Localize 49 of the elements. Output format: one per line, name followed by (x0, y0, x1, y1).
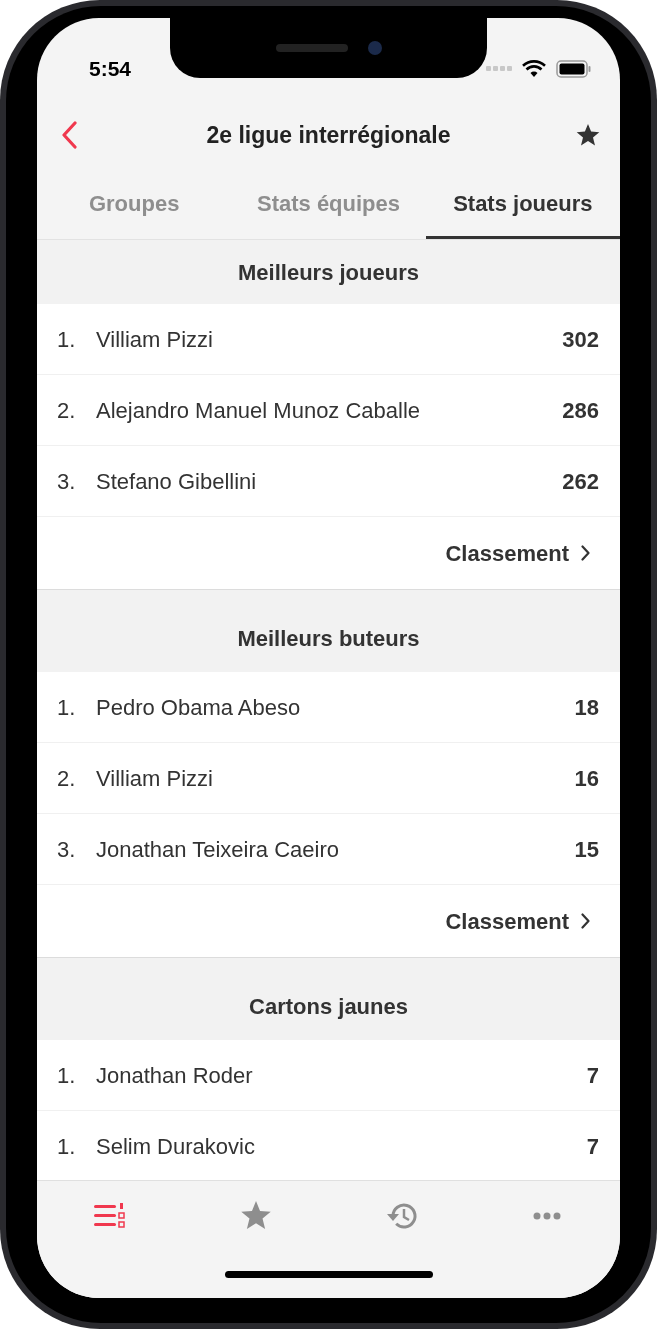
rank-number: 3. (57, 835, 77, 864)
player-stat: 302 (562, 325, 599, 354)
player-name: Villiam Pizzi (96, 764, 214, 793)
rank-number: 1. (57, 1132, 77, 1161)
player-stat: 15 (574, 835, 599, 864)
chevron-right-icon (581, 545, 590, 561)
player-row[interactable]: 3. Stefano Gibellini 262 (37, 446, 620, 517)
rank-number: 1. (57, 325, 77, 354)
section-title: Cartons jaunes (249, 992, 408, 1021)
more-icon[interactable] (533, 1212, 562, 1220)
rank-number: 1. (57, 693, 77, 722)
numbered-list-icon[interactable] (93, 1202, 126, 1230)
player-name: Selim Durakovic (96, 1132, 256, 1161)
battery-icon (556, 60, 592, 78)
ranking-link[interactable]: Classement (445, 904, 590, 938)
back-chevron-icon (61, 121, 77, 149)
player-row[interactable]: 1. Villiam Pizzi 302 (37, 304, 620, 375)
player-stat: 262 (562, 467, 599, 496)
chevron-right-icon (581, 913, 590, 929)
player-stat: 7 (586, 1132, 599, 1161)
star-icon[interactable] (239, 1201, 272, 1231)
ranking-link[interactable]: Classement (445, 536, 590, 570)
player-name: Alejandro Manuel Munoz Caballe (96, 396, 422, 425)
player-stat: 18 (574, 693, 599, 722)
player-stat: 7 (586, 1061, 599, 1090)
player-name: Jonathan Teixeira Caeiro (96, 835, 340, 864)
wifi-icon (522, 60, 546, 78)
status-time: 5:54 (89, 56, 132, 83)
rank-number: 3. (57, 467, 77, 496)
section-title: Meilleurs joueurs (238, 258, 419, 287)
player-row[interactable]: 1. Pedro Obama Abeso 18 (37, 672, 620, 743)
section-title: Meilleurs buteurs (237, 624, 420, 653)
player-name: Stefano Gibellini (96, 467, 258, 496)
player-row[interactable]: 1. Jonathan Roder 7 (37, 1040, 620, 1111)
player-name: Pedro Obama Abeso (96, 693, 302, 722)
player-row[interactable]: 3. Jonathan Teixeira Caeiro 15 (37, 814, 620, 885)
player-row[interactable]: 2. Alejandro Manuel Munoz Caballe 286 (37, 375, 620, 446)
player-name: Jonathan Roder (96, 1061, 254, 1090)
page-title: 2e ligue interrégionale (206, 120, 451, 150)
star-icon (576, 123, 600, 147)
rank-number: 2. (57, 396, 77, 425)
player-stat: 286 (562, 396, 599, 425)
player-row[interactable]: 1. Selim Durakovic 7 (37, 1111, 620, 1180)
rank-number: 2. (57, 764, 77, 793)
player-name: Villiam Pizzi (96, 325, 214, 354)
player-stat: 16 (574, 764, 599, 793)
rank-number: 1. (57, 1061, 77, 1090)
signal-icon (486, 66, 512, 72)
player-row[interactable]: 2. Villiam Pizzi 16 (37, 743, 620, 814)
